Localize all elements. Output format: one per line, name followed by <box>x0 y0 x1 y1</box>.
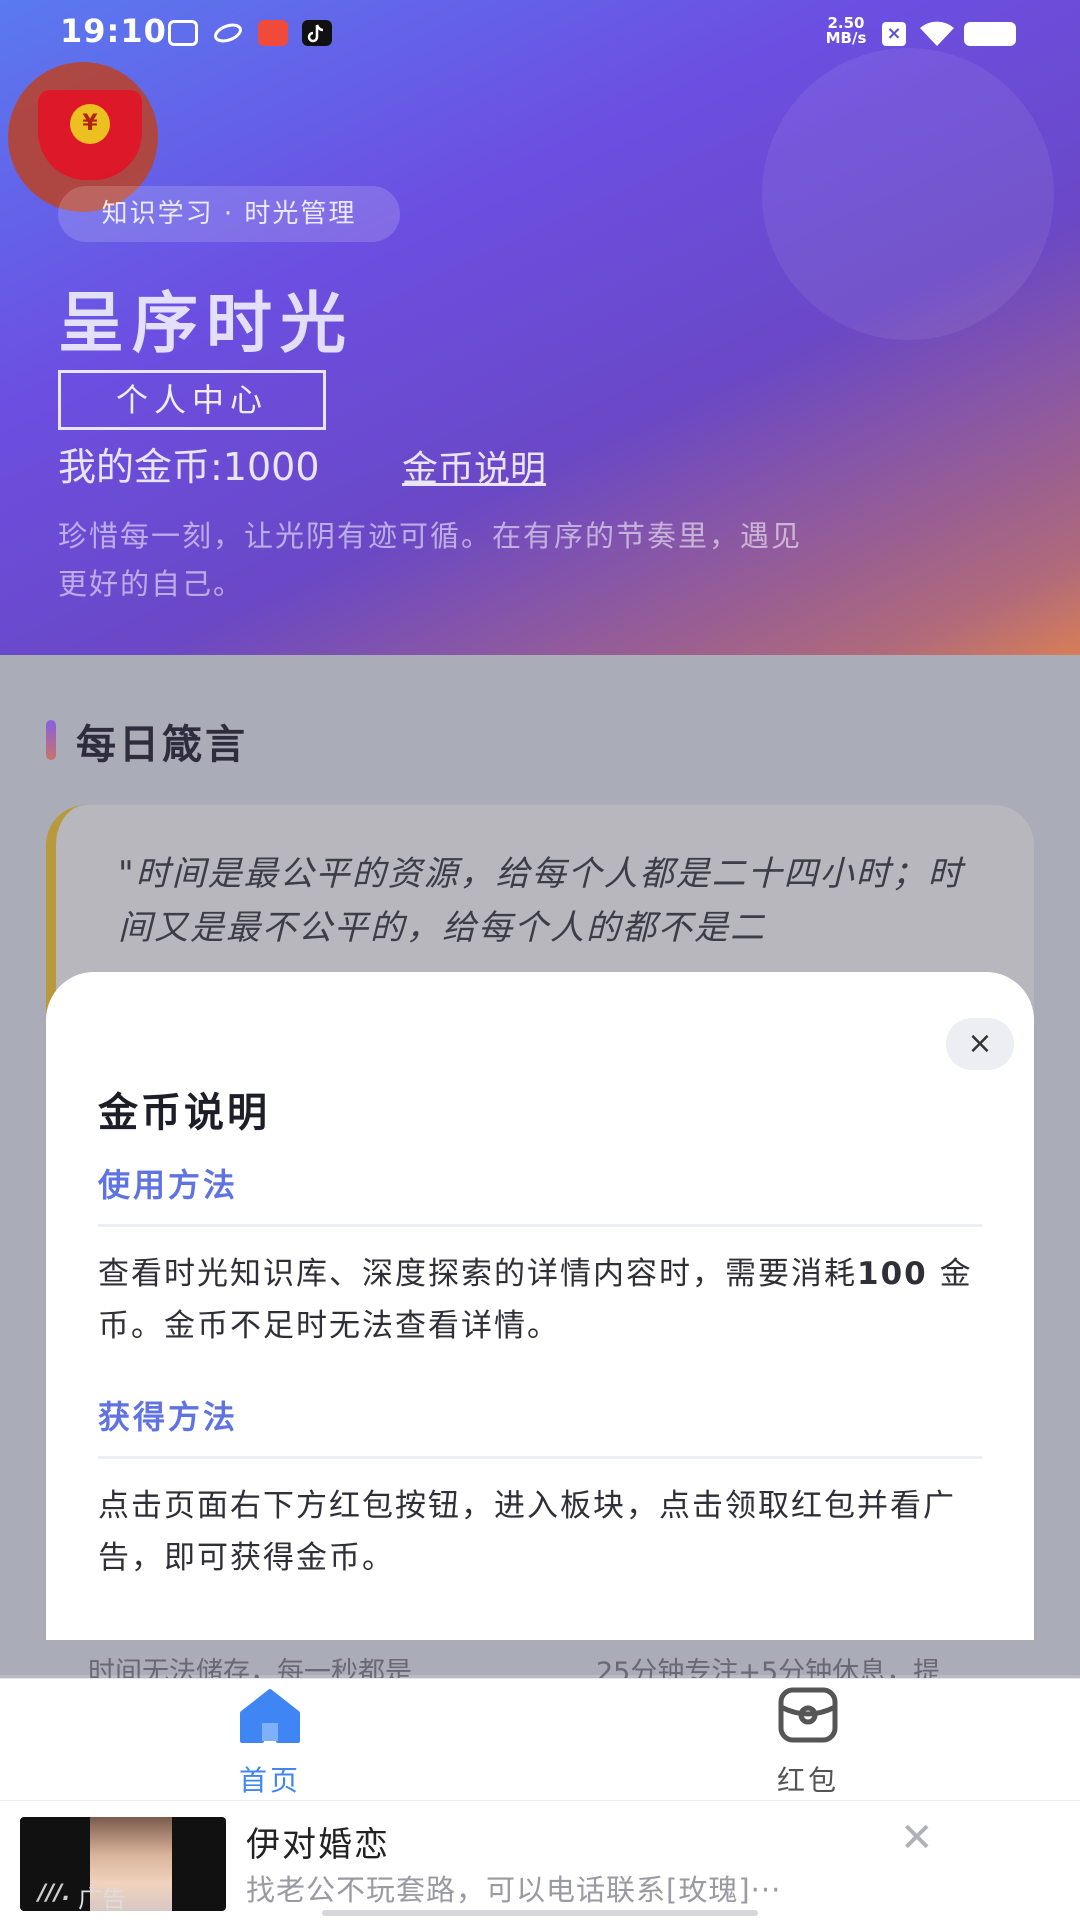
message-app-icon <box>168 20 198 46</box>
category-chip: 知识学习 · 时光管理 <box>58 186 400 242</box>
red-packet-icon: ¥ <box>38 90 142 180</box>
status-time: 19:10 <box>60 12 167 50</box>
ad-tag: 广告 <box>78 1885 126 1911</box>
status-bar: 19:10 2.50 MB/s × <box>0 0 1080 66</box>
divider <box>98 1224 982 1227</box>
earn-text: 点击页面右下方红包按钮，进入板块，点击领取红包并看广告，即可获得金币。 <box>98 1488 956 1576</box>
usage-heading: 使用方法 <box>98 1166 239 1204</box>
hero-header: 19:10 2.50 MB/s × ¥ 知识学习 · 时光管理 呈序时光 个人中… <box>0 0 1080 655</box>
cloud-app-icon <box>212 20 242 46</box>
ad-close-icon[interactable]: ✕ <box>900 1815 934 1861</box>
yuan-coin-icon: ¥ <box>70 104 110 144</box>
tab-red-packet[interactable]: 红包 <box>708 1679 908 1801</box>
divider <box>98 1456 982 1459</box>
usage-text: 查看时光知识库、深度探索的详情内容时，需要消耗100 金币。金币不足时无法查看详… <box>98 1248 988 1352</box>
ad-thumbnail[interactable]: ///. 广告 <box>20 1817 226 1911</box>
ad-banner[interactable]: ///. 广告 伊对婚恋 找老公不玩套路，可以电话联系[玫瑰]··· ✕ <box>0 1800 1080 1920</box>
tab-home[interactable]: 首页 <box>170 1679 370 1801</box>
slogan: 珍惜每一刻，让光阴有迹可循。在有序的节奏里，遇见更好的自己。 <box>58 519 803 601</box>
tab-home-label: 首页 <box>238 1764 301 1797</box>
wifi-icon <box>918 18 956 52</box>
sim-off-icon: × <box>882 22 906 46</box>
usage-text-part-1: 查看时光知识库、深度探索的详情内容时，需要消耗 <box>98 1256 857 1292</box>
network-speed-unit: MB/s <box>825 29 867 47</box>
home-indicator[interactable] <box>322 1910 758 1916</box>
tiktok-app-icon <box>302 20 332 46</box>
app-title: 呈序时光 <box>58 285 354 362</box>
shopping-app-icon <box>258 20 288 46</box>
ad-logo-icon: ///. <box>38 1881 71 1906</box>
ad-title[interactable]: 伊对婚恋 <box>246 1817 390 1866</box>
ad-description[interactable]: 找老公不玩套路，可以电话联系[玫瑰]··· <box>246 1867 781 1909</box>
coin-explanation-link[interactable]: 金币说明 <box>402 440 546 492</box>
modal-title: 金币说明 <box>98 1090 270 1136</box>
earn-heading: 获得方法 <box>98 1398 239 1436</box>
my-coins: 我的金币:1000 <box>58 445 320 489</box>
personal-center-button[interactable]: 个人中心 <box>58 370 326 430</box>
close-icon[interactable]: × <box>946 1018 1014 1070</box>
red-packet-icon <box>778 1687 838 1743</box>
bottom-nav: 首页 红包 <box>0 1678 1080 1800</box>
network-speed: 2.50 MB/s <box>820 16 872 46</box>
usage-amount: 100 <box>857 1256 928 1292</box>
tab-red-packet-label: 红包 <box>776 1764 839 1797</box>
home-icon <box>240 1689 300 1743</box>
decorative-circle <box>762 48 1054 340</box>
coin-explanation-modal: × 金币说明 使用方法 查看时光知识库、深度探索的详情内容时，需要消耗100 金… <box>46 972 1034 1640</box>
battery-icon <box>964 22 1016 46</box>
